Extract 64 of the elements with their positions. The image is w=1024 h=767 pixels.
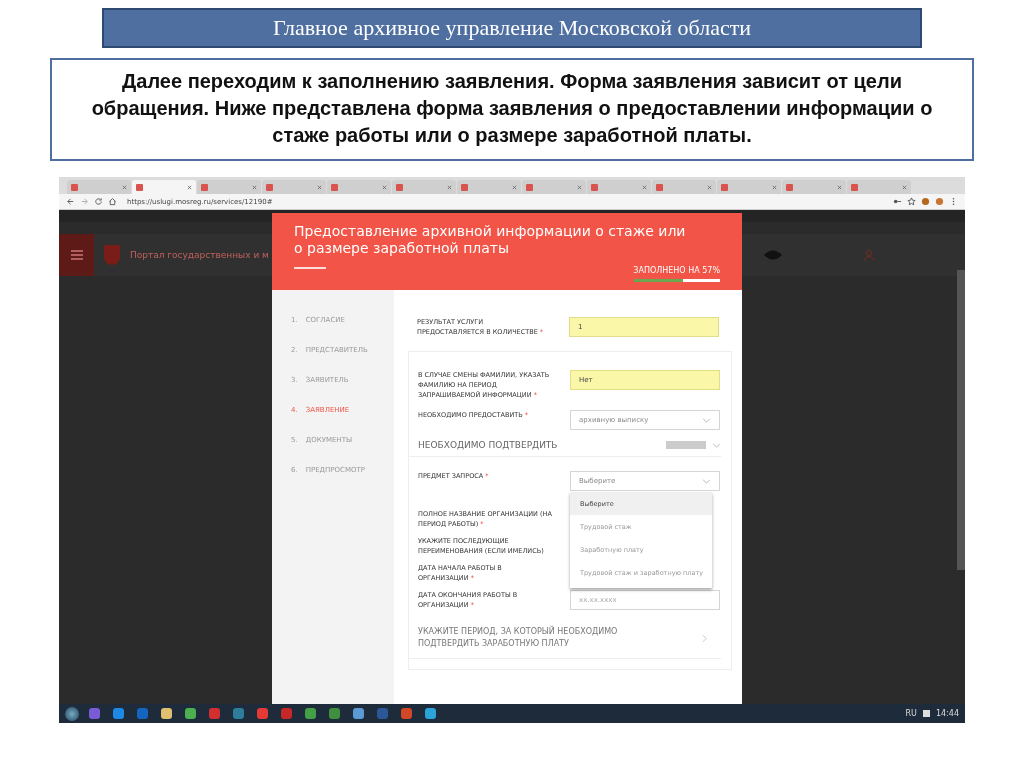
browser-tab[interactable] — [717, 180, 781, 194]
browser-tab[interactable] — [457, 180, 521, 194]
star-icon[interactable] — [906, 197, 917, 206]
expandable-section[interactable]: УКАЖИТЕ ПЕРИОД, ЗА КОТОРЫЙ НЕОБХОДИМО ПОДТВЕРДИТЬ ЗАРАБОТНУЮ ПЛАТУ — [409, 620, 721, 659]
browser-tab[interactable] — [327, 180, 391, 194]
favicon-icon — [786, 183, 793, 191]
favicon-icon — [71, 183, 78, 191]
chevron-icon — [712, 442, 721, 448]
favicon-icon — [266, 183, 273, 191]
close-icon[interactable] — [707, 184, 712, 190]
favicon-icon — [591, 183, 598, 191]
menu-icon[interactable] — [70, 250, 83, 260]
section-header[interactable]: НЕОБХОДИМО ПОДТВЕРДИТЬ — [409, 440, 721, 457]
key-icon[interactable] — [892, 197, 903, 206]
browser-tab[interactable] — [392, 180, 456, 194]
close-icon[interactable] — [122, 184, 127, 190]
favicon-icon — [201, 183, 208, 191]
browser-tab[interactable] — [132, 180, 196, 194]
favicon-icon — [136, 183, 143, 191]
profile-icon[interactable] — [934, 197, 945, 206]
favicon-icon — [396, 183, 403, 191]
chevron-icon — [702, 633, 707, 643]
close-icon[interactable] — [902, 184, 907, 190]
favicon-icon — [526, 183, 533, 191]
close-icon[interactable] — [187, 184, 192, 190]
close-icon[interactable] — [577, 184, 582, 190]
favicon-icon — [721, 183, 728, 191]
favicon-icon — [461, 183, 468, 191]
close-icon[interactable] — [837, 184, 842, 190]
favicon-icon — [331, 183, 338, 191]
back-icon[interactable] — [65, 197, 76, 206]
close-icon[interactable] — [512, 184, 517, 190]
progress-label: ЗАПОЛНЕНО НА 57% — [633, 266, 720, 275]
close-icon[interactable] — [252, 184, 257, 190]
form-title: Предоставление архивной информации о стаже или о размере заработной платы — [294, 223, 687, 257]
close-icon[interactable] — [382, 184, 387, 190]
language-indicator[interactable]: RU — [905, 709, 917, 718]
intro-text: Далее переходим к заполнению заявления. Форма заявления зависит от цели обращения. Ниже представлена форма заявления о предоставлении информации о стаже работы или о размере заработной платы. — [50, 58, 974, 161]
site-name: Портал государственных и м — [130, 250, 269, 260]
emblem-icon — [104, 245, 120, 265]
home-icon[interactable] — [107, 197, 118, 206]
chevron-icon — [702, 417, 711, 423]
reload-icon[interactable] — [93, 197, 104, 206]
favicon-icon — [656, 183, 663, 191]
status-badge — [666, 441, 706, 449]
start-icon[interactable] — [65, 706, 79, 721]
browser-tab[interactable] — [197, 180, 261, 194]
flag-icon[interactable] — [922, 710, 930, 717]
scrollbar[interactable] — [957, 270, 965, 570]
close-icon[interactable] — [447, 184, 452, 190]
chevron-icon — [702, 478, 711, 484]
close-icon[interactable] — [317, 184, 322, 190]
close-icon[interactable] — [642, 184, 647, 190]
browser-tab[interactable] — [652, 180, 716, 194]
slide-title: Главное архивное управление Московской области — [102, 8, 922, 48]
browser-tab[interactable] — [522, 180, 586, 194]
browser-tab[interactable] — [587, 180, 651, 194]
favicon-icon — [851, 183, 858, 191]
extension-icon[interactable] — [920, 197, 931, 206]
browser-tab[interactable] — [67, 180, 131, 194]
browser-tab[interactable] — [782, 180, 846, 194]
clock[interactable]: 14:44 — [935, 709, 959, 718]
close-icon[interactable] — [772, 184, 777, 190]
browser-tab[interactable] — [262, 180, 326, 194]
